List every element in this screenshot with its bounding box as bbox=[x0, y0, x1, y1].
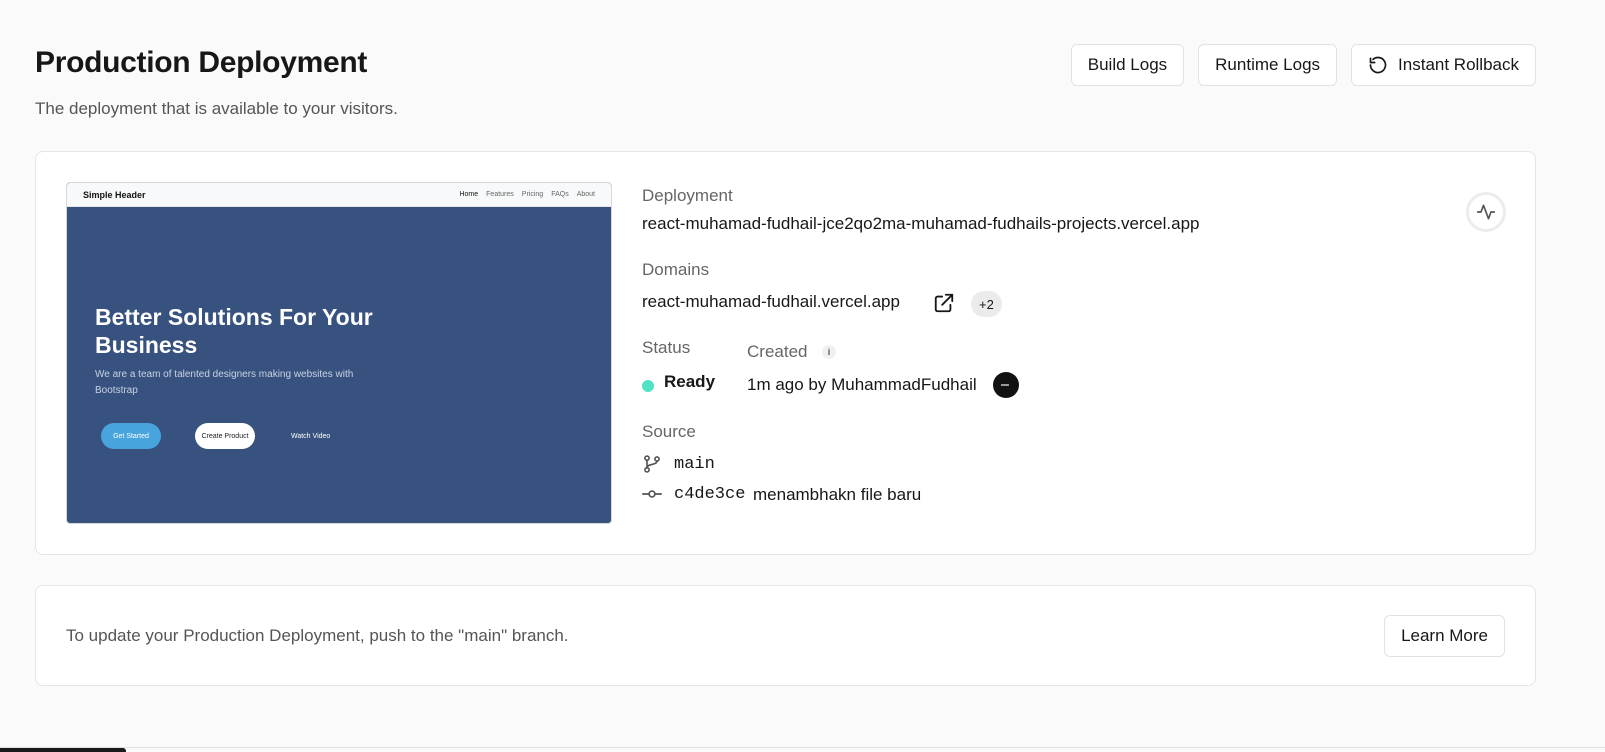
divider bbox=[0, 747, 1605, 748]
preview-paragraph: We are a team of talented designers maki… bbox=[95, 369, 354, 396]
branch-link[interactable]: main bbox=[674, 455, 715, 474]
status-label: Status bbox=[642, 338, 691, 357]
info-icon[interactable]: i bbox=[822, 345, 836, 359]
update-info-text: To update your Production Deployment, pu… bbox=[66, 626, 569, 645]
learn-more-button[interactable]: Learn More bbox=[1384, 615, 1505, 657]
preview-watch-video: Watch Video bbox=[291, 432, 331, 440]
status-dot bbox=[642, 380, 654, 392]
preview-headline: Better Solutions For Your Business bbox=[95, 304, 373, 358]
page-subtitle: The deployment that is available to your… bbox=[35, 99, 398, 118]
activity-icon bbox=[1476, 202, 1496, 222]
preview-get-started: Get Started bbox=[101, 423, 161, 449]
build-logs-button[interactable]: Build Logs bbox=[1070, 44, 1185, 86]
preview-nav-links: Home Features Pricing FAQs About bbox=[459, 191, 595, 198]
domains-extra-badge[interactable]: +2 bbox=[971, 291, 1002, 317]
deployment-url[interactable]: react-muhamad-fudhail-jce2qo2ma-muhamad-… bbox=[642, 214, 1200, 234]
instant-rollback-label: Instant Rollback bbox=[1398, 55, 1519, 74]
preview-buttons: Get Started Create Product Watch Video bbox=[101, 423, 330, 449]
commit-hash-link[interactable]: c4de3ce bbox=[674, 485, 745, 504]
activity-button[interactable] bbox=[1466, 192, 1506, 232]
preview-nav-item: Home bbox=[459, 191, 479, 198]
rotate-ccw-icon bbox=[1368, 55, 1388, 75]
page-title: Production Deployment bbox=[35, 46, 368, 79]
deployment-card: Simple Header Home Features Pricing FAQs… bbox=[35, 151, 1536, 555]
preview-create-product: Create Product bbox=[195, 423, 255, 449]
avatar[interactable] bbox=[993, 372, 1019, 398]
preview-nav-item: Features bbox=[486, 191, 514, 198]
header-actions: Build Logs Runtime Logs Instant Rollback bbox=[1070, 44, 1536, 86]
page-header: Production Deployment The deployment tha… bbox=[35, 44, 1536, 124]
preview-nav-item: Pricing bbox=[521, 191, 544, 198]
update-info-card: To update your Production Deployment, pu… bbox=[35, 585, 1536, 686]
preview-nav-item: About bbox=[576, 191, 595, 198]
external-link-icon[interactable] bbox=[933, 292, 955, 314]
preview-navbar: Simple Header Home Features Pricing FAQs… bbox=[67, 183, 611, 207]
commit-message[interactable]: menambhakn file baru bbox=[753, 485, 921, 505]
instant-rollback-button[interactable]: Instant Rollback bbox=[1351, 44, 1536, 86]
preview-nav-item: FAQs bbox=[551, 191, 569, 198]
deployment-label: Deployment bbox=[642, 186, 733, 205]
created-value: 1m ago by MuhammadFudhail bbox=[747, 375, 977, 394]
source-label: Source bbox=[642, 422, 696, 441]
domains-label: Domains bbox=[642, 260, 710, 279]
deployment-preview[interactable]: Simple Header Home Features Pricing FAQs… bbox=[66, 182, 612, 524]
domain-link[interactable]: react-muhamad-fudhail.vercel.app bbox=[642, 292, 900, 312]
page: Production Deployment The deployment tha… bbox=[0, 0, 1605, 752]
created-label: Created bbox=[747, 342, 808, 361]
git-commit-icon bbox=[642, 484, 662, 504]
bottom-indicator bbox=[0, 748, 126, 752]
preview-hero: Better Solutions For Your Business We ar… bbox=[95, 303, 415, 399]
status-value: Ready bbox=[664, 372, 716, 391]
git-branch-icon bbox=[642, 454, 662, 474]
runtime-logs-button[interactable]: Runtime Logs bbox=[1198, 44, 1338, 86]
preview-brand: Simple Header bbox=[83, 189, 146, 200]
